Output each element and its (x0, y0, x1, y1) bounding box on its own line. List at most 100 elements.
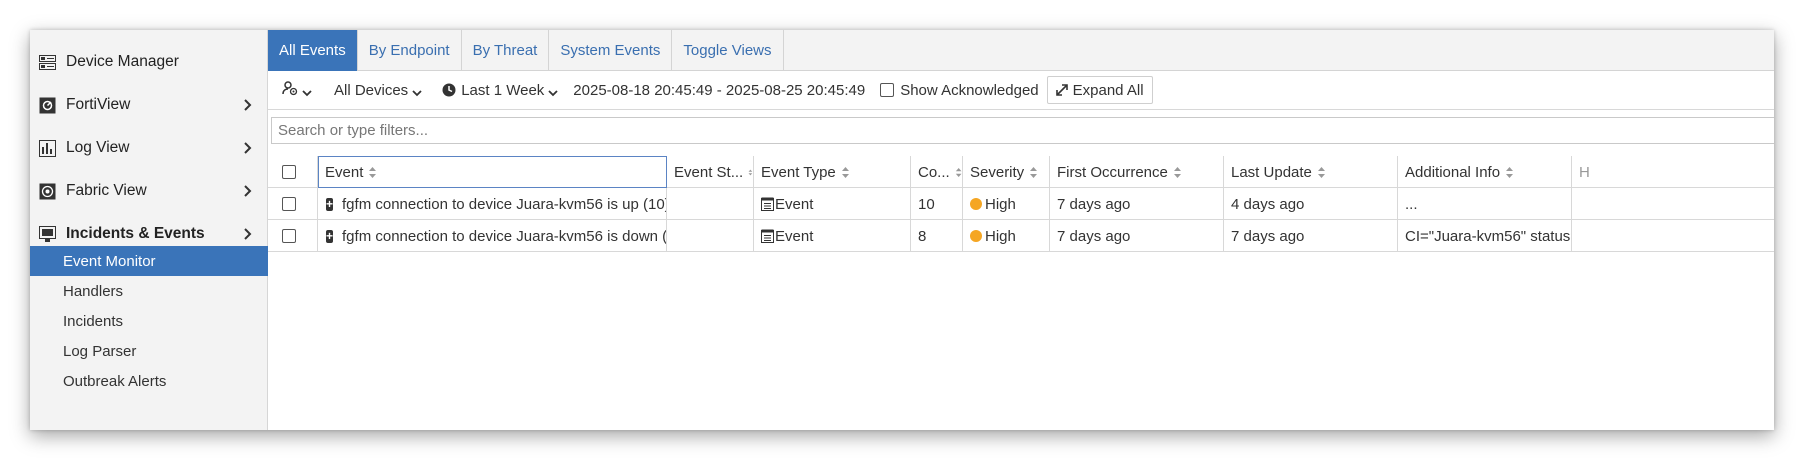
event-text: fgfm connection to device Juara-kvm56 is… (342, 195, 667, 213)
chevron-down-icon (412, 85, 422, 97)
sidebar-item-label: FortiView (66, 96, 131, 113)
table-row[interactable]: + fgfm connection to device Juara-kvm56 … (268, 220, 1774, 252)
sort-icon (841, 166, 849, 178)
column-header-additional-info[interactable]: Additional Info (1398, 156, 1572, 188)
tab-toggle-views[interactable]: Toggle Views (672, 30, 784, 71)
column-label: H (1579, 163, 1590, 181)
chevron-right-icon (240, 140, 256, 156)
chevron-down-icon (548, 85, 558, 97)
tab-all-events[interactable]: All Events (268, 30, 358, 71)
event-type-text: Event (775, 195, 814, 213)
column-label: Event St... (674, 163, 744, 181)
devices-label: All Devices (334, 81, 409, 99)
severity-text: High (985, 195, 1016, 213)
sidebar-subitem-log-parser[interactable]: Log Parser (30, 336, 268, 366)
row-select-cell (268, 220, 318, 252)
sort-icon (1506, 166, 1514, 178)
severity-cell: High (963, 220, 1050, 252)
sidebar-subitem-incidents[interactable]: Incidents (30, 306, 268, 336)
severity-high-icon (970, 230, 982, 242)
app-window: Device Manager FortiView Log View Fabric… (30, 30, 1774, 430)
severity-text: High (985, 227, 1016, 245)
row-select-cell (268, 188, 318, 220)
select-all-checkbox[interactable] (282, 165, 296, 179)
severity-high-icon (970, 198, 982, 210)
handler-cell (1572, 220, 1612, 252)
event-type-text: Event (775, 227, 814, 245)
severity-cell: High (963, 188, 1050, 220)
additional-info-cell: CI="Juara-kvm56" status="DOWN" (1398, 220, 1572, 252)
tab-system-events[interactable]: System Events (549, 30, 673, 71)
column-header-count[interactable]: Co... (911, 156, 963, 188)
user-filter-dropdown[interactable] (282, 80, 312, 100)
table-header: Event Event St... Event Type Co... Sever… (268, 156, 1774, 188)
column-header-severity[interactable]: Severity (963, 156, 1050, 188)
event-list-icon (761, 197, 774, 211)
expand-all-label: Expand All (1072, 81, 1144, 99)
sidebar-subitem-handlers[interactable]: Handlers (30, 276, 268, 306)
sort-icon (369, 166, 377, 178)
chevron-down-icon (302, 85, 312, 97)
sidebar-item-fortiview[interactable]: FortiView (30, 85, 268, 125)
sidebar: Device Manager FortiView Log View Fabric… (30, 30, 268, 430)
time-range-text: 2025-08-18 20:45:49 - 2025-08-25 20:45:4… (573, 81, 866, 99)
sidebar-subitem-event-monitor[interactable]: Event Monitor (30, 246, 268, 276)
incidents-events-icon (38, 225, 56, 243)
column-header-event-status[interactable]: Event St... (667, 156, 754, 188)
column-label: Last Update (1231, 163, 1312, 181)
count-cell: 8 (911, 220, 963, 252)
chevron-right-icon (240, 226, 256, 242)
event-cell: + fgfm connection to device Juara-kvm56 … (318, 188, 667, 220)
tab-by-endpoint[interactable]: By Endpoint (358, 30, 462, 71)
last-update-cell: 4 days ago (1224, 188, 1398, 220)
first-occurrence-cell: 7 days ago (1050, 220, 1224, 252)
expand-arrows-icon (1055, 84, 1068, 96)
column-label: Event Type (761, 163, 836, 181)
column-label: Severity (970, 163, 1025, 181)
column-header-first-occurrence[interactable]: First Occurrence (1050, 156, 1224, 188)
device-manager-icon (38, 53, 56, 71)
expand-row-icon[interactable]: + (326, 229, 334, 243)
sort-icon (1317, 166, 1325, 178)
show-acknowledged-checkbox[interactable] (880, 83, 895, 97)
row-checkbox[interactable] (282, 197, 296, 211)
expand-all-button[interactable]: Expand All (1046, 76, 1153, 104)
column-header-event[interactable]: Event (318, 156, 667, 188)
column-label: Additional Info (1405, 163, 1501, 181)
sidebar-item-log-view[interactable]: Log View (30, 128, 268, 168)
sort-icon (1173, 166, 1181, 178)
tab-by-threat[interactable]: By Threat (462, 30, 550, 71)
row-checkbox[interactable] (282, 229, 296, 243)
expand-row-icon[interactable]: + (326, 197, 334, 211)
show-acknowledged-toggle[interactable]: Show Acknowledged (880, 81, 1039, 99)
sidebar-item-fabric-view[interactable]: Fabric View (30, 171, 268, 211)
sort-icon (748, 169, 753, 175)
fabric-view-icon (38, 182, 56, 200)
event-type-cell: Event (754, 188, 911, 220)
main-panel: All Events By Endpoint By Threat System … (268, 30, 1774, 430)
view-tabs: All Events By Endpoint By Threat System … (268, 30, 1774, 71)
column-label: Event (325, 163, 364, 181)
first-occurrence-cell: 7 days ago (1050, 188, 1224, 220)
devices-dropdown[interactable]: All Devices (334, 82, 422, 99)
sidebar-subitem-outbreak-alerts[interactable]: Outbreak Alerts (30, 366, 268, 396)
time-period-label: Last 1 Week (461, 81, 545, 99)
show-acknowledged-label: Show Acknowledged (900, 81, 1039, 99)
last-update-cell: 7 days ago (1224, 220, 1398, 252)
chevron-right-icon (240, 183, 256, 199)
chevron-right-icon (240, 97, 256, 113)
search-input[interactable] (271, 117, 1774, 144)
sort-icon (955, 167, 962, 177)
sort-icon (1030, 166, 1038, 178)
column-header-handler[interactable]: H (1572, 156, 1612, 188)
table-row[interactable]: + fgfm connection to device Juara-kvm56 … (268, 188, 1774, 220)
count-cell: 10 (911, 188, 963, 220)
event-cell: + fgfm connection to device Juara-kvm56 … (318, 220, 667, 252)
column-header-event-type[interactable]: Event Type (754, 156, 911, 188)
time-period-dropdown[interactable]: Last 1 Week (442, 82, 558, 99)
clock-icon (442, 83, 456, 97)
column-label: First Occurrence (1057, 163, 1168, 181)
sidebar-item-device-manager[interactable]: Device Manager (30, 42, 268, 82)
column-header-last-update[interactable]: Last Update (1224, 156, 1398, 188)
handler-cell (1572, 188, 1612, 220)
